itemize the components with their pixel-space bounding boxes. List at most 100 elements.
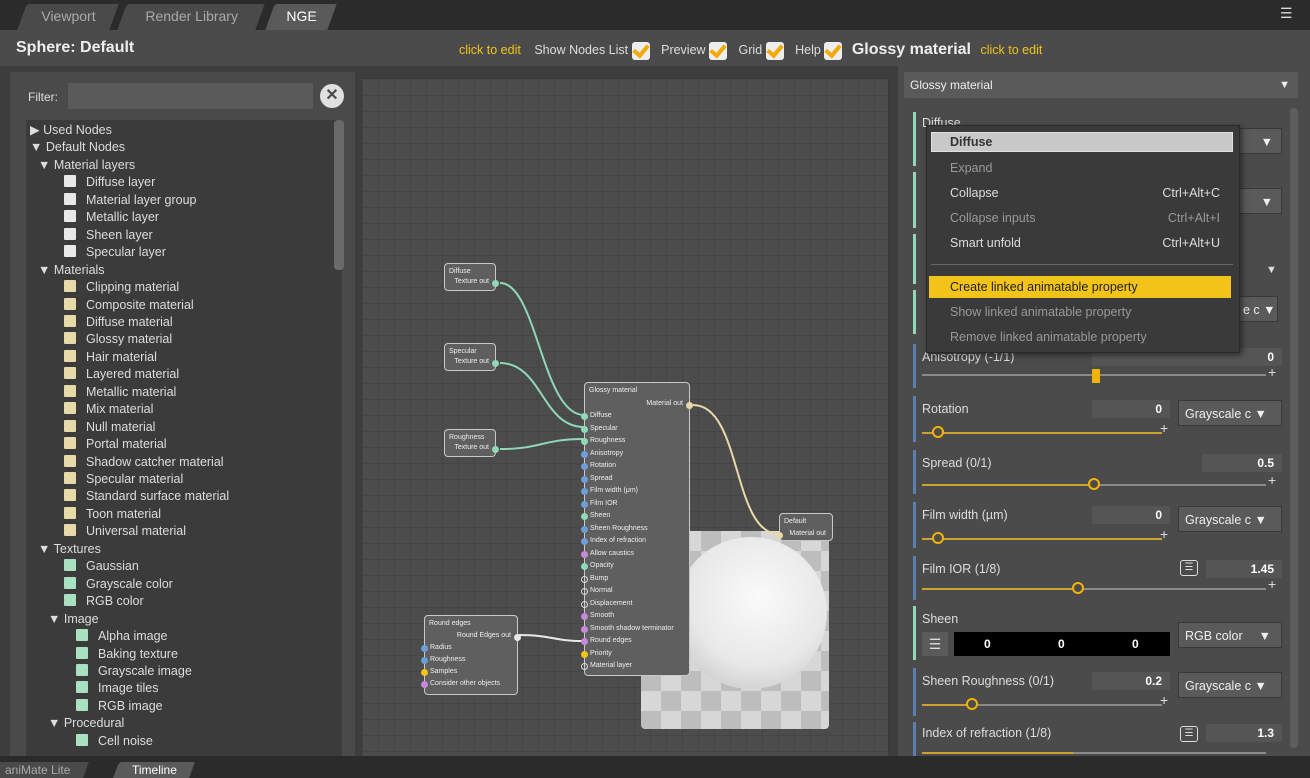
input-port[interactable]: [581, 525, 588, 533]
node-graph-canvas[interactable]: Diffuse Texture out Specular Texture out…: [361, 78, 889, 758]
film-ior-slider-knob[interactable]: [1072, 582, 1084, 594]
menu-item-show-linked[interactable]: Show linked animatable property: [950, 302, 1230, 322]
sheen-type-button[interactable]: RGB color ▼: [1178, 622, 1282, 648]
tab-render-library[interactable]: Render Library: [117, 4, 265, 30]
grid-checkbox[interactable]: [765, 41, 784, 60]
input-port[interactable]: [581, 438, 588, 445]
plus-icon[interactable]: +: [1268, 364, 1276, 380]
tree-node-item[interactable]: Shadow catcher material: [64, 454, 224, 471]
clear-filter-icon[interactable]: ✕: [320, 84, 344, 108]
rotation-slider-knob[interactable]: [932, 426, 944, 438]
ior-slider-track[interactable]: [922, 752, 1266, 754]
diffuse-node[interactable]: Diffuse Texture out: [444, 263, 499, 291]
input-port[interactable]: [581, 625, 588, 633]
input-port[interactable]: [421, 669, 428, 676]
panel-menu-icon[interactable]: ☰: [1280, 6, 1296, 20]
output-port[interactable]: [492, 360, 499, 367]
show-nodes-checkbox[interactable]: [631, 41, 650, 60]
tree-node-item[interactable]: Standard surface material: [64, 488, 229, 505]
input-port[interactable]: [581, 588, 588, 595]
menu-item-collapse-inputs[interactable]: Collapse inputs Ctrl+Alt+I: [950, 208, 1230, 228]
sheen-color-field[interactable]: 0 0 0: [954, 632, 1170, 656]
input-port[interactable]: [776, 532, 783, 539]
film-width-slider-knob[interactable]: [932, 532, 944, 544]
tree-node-item[interactable]: Specular layer: [64, 244, 166, 261]
output-port[interactable]: [492, 280, 499, 287]
tree-node-item[interactable]: Layered material: [64, 366, 179, 383]
input-port[interactable]: [581, 450, 588, 458]
tree-node-item[interactable]: Grayscale color: [64, 576, 173, 593]
spread-slider-knob[interactable]: [1088, 478, 1100, 490]
tree-node-item[interactable]: Toon material: [64, 506, 161, 523]
tree-node-item[interactable]: Grayscale image: [76, 663, 192, 680]
plus-icon[interactable]: +: [1268, 576, 1276, 592]
plus-icon[interactable]: +: [1160, 420, 1168, 436]
plus-icon[interactable]: +: [1160, 692, 1168, 708]
input-port[interactable]: [581, 538, 588, 545]
preview-checkbox[interactable]: [709, 41, 728, 60]
tree-node-item[interactable]: Specular material: [64, 471, 183, 488]
input-port[interactable]: [581, 575, 588, 583]
output-port[interactable]: [492, 446, 499, 453]
tab-animate-lite[interactable]: aniMate Lite: [0, 762, 89, 778]
tree-category[interactable]: ▼ Image: [48, 611, 99, 628]
tree-node-item[interactable]: Alpha image: [76, 628, 168, 645]
specular-type-button[interactable]: ▼: [1236, 188, 1282, 214]
input-port[interactable]: [581, 488, 588, 495]
click-to-edit-material-link[interactable]: click to edit: [980, 43, 1042, 57]
menu-item-smart-unfold[interactable]: Smart unfold Ctrl+Alt+U: [950, 233, 1230, 253]
menu-item-collapse[interactable]: Collapse Ctrl+Alt+C: [950, 183, 1230, 203]
specular-node[interactable]: Specular Texture out: [444, 343, 499, 371]
default-node[interactable]: Default Material out: [776, 513, 833, 541]
sheen-roughness-slider-track[interactable]: [922, 704, 1162, 706]
tree-category[interactable]: ▼ Materials: [38, 262, 105, 279]
tree-node-item[interactable]: Null material: [64, 419, 155, 436]
plus-icon[interactable]: +: [1160, 526, 1168, 542]
input-port[interactable]: [581, 425, 588, 433]
input-port[interactable]: [581, 638, 588, 645]
tree-node-item[interactable]: Baking texture: [76, 646, 178, 663]
film-width-value[interactable]: 0: [1092, 506, 1170, 524]
tree-category[interactable]: ▶ Used Nodes: [30, 122, 112, 139]
sheen-roughness-type-button[interactable]: Grayscale c ▼: [1178, 672, 1282, 698]
input-port[interactable]: [581, 463, 588, 470]
sheen-roughness-slider-knob[interactable]: [966, 698, 978, 710]
list-icon[interactable]: ☰: [1180, 560, 1198, 576]
diffuse-type-button[interactable]: ▼: [1236, 128, 1282, 154]
rotation-value[interactable]: 0: [1092, 400, 1170, 418]
rotation-type-button[interactable]: Grayscale c ▼: [1178, 400, 1282, 426]
input-port[interactable]: [581, 550, 588, 558]
tree-node-item[interactable]: Glossy material: [64, 331, 172, 348]
input-port[interactable]: [581, 563, 588, 570]
tree-node-item[interactable]: Portal material: [64, 436, 167, 453]
click-to-edit-link[interactable]: click to edit: [459, 43, 521, 57]
glossy-material-node[interactable]: Glossy material Material out Diffuse Spec…: [581, 382, 693, 676]
tab-viewport[interactable]: Viewport: [17, 4, 119, 30]
filter-input[interactable]: [68, 83, 313, 109]
input-port[interactable]: [581, 475, 588, 483]
input-port[interactable]: [581, 513, 588, 520]
tree-node-item[interactable]: Clipping material: [64, 279, 179, 296]
menu-item-remove-linked[interactable]: Remove linked animatable property: [950, 327, 1230, 347]
list-icon[interactable]: ☰: [1180, 726, 1198, 742]
anisotropy-slider-handle[interactable]: [1092, 369, 1100, 383]
tab-timeline[interactable]: Timeline: [113, 762, 195, 778]
tree-category[interactable]: ▼ Default Nodes: [30, 139, 125, 156]
tree-node-item[interactable]: Mix material: [64, 401, 153, 418]
input-port[interactable]: [581, 663, 588, 670]
input-port[interactable]: [581, 613, 588, 620]
tree-node-item[interactable]: Composite material: [64, 297, 194, 314]
input-port[interactable]: [581, 650, 588, 658]
film-width-type-button[interactable]: Grayscale c ▼: [1178, 506, 1282, 532]
film-ior-slider-track[interactable]: [922, 588, 1266, 590]
tree-node-item[interactable]: Metallic material: [64, 384, 176, 401]
tree-node-item[interactable]: Universal material: [64, 523, 186, 540]
tree-node-item[interactable]: Image tiles: [76, 680, 158, 697]
tree-node-item[interactable]: Cell noise: [76, 733, 153, 750]
sheen-roughness-value[interactable]: 0.2: [1092, 672, 1170, 690]
film-width-slider-track[interactable]: [922, 538, 1162, 540]
spread-value[interactable]: 0.5: [1202, 454, 1282, 472]
tree-node-item[interactable]: Gaussian: [64, 558, 139, 575]
material-dropdown[interactable]: Glossy material ▼: [904, 72, 1298, 98]
list-icon[interactable]: ☰: [922, 632, 948, 656]
